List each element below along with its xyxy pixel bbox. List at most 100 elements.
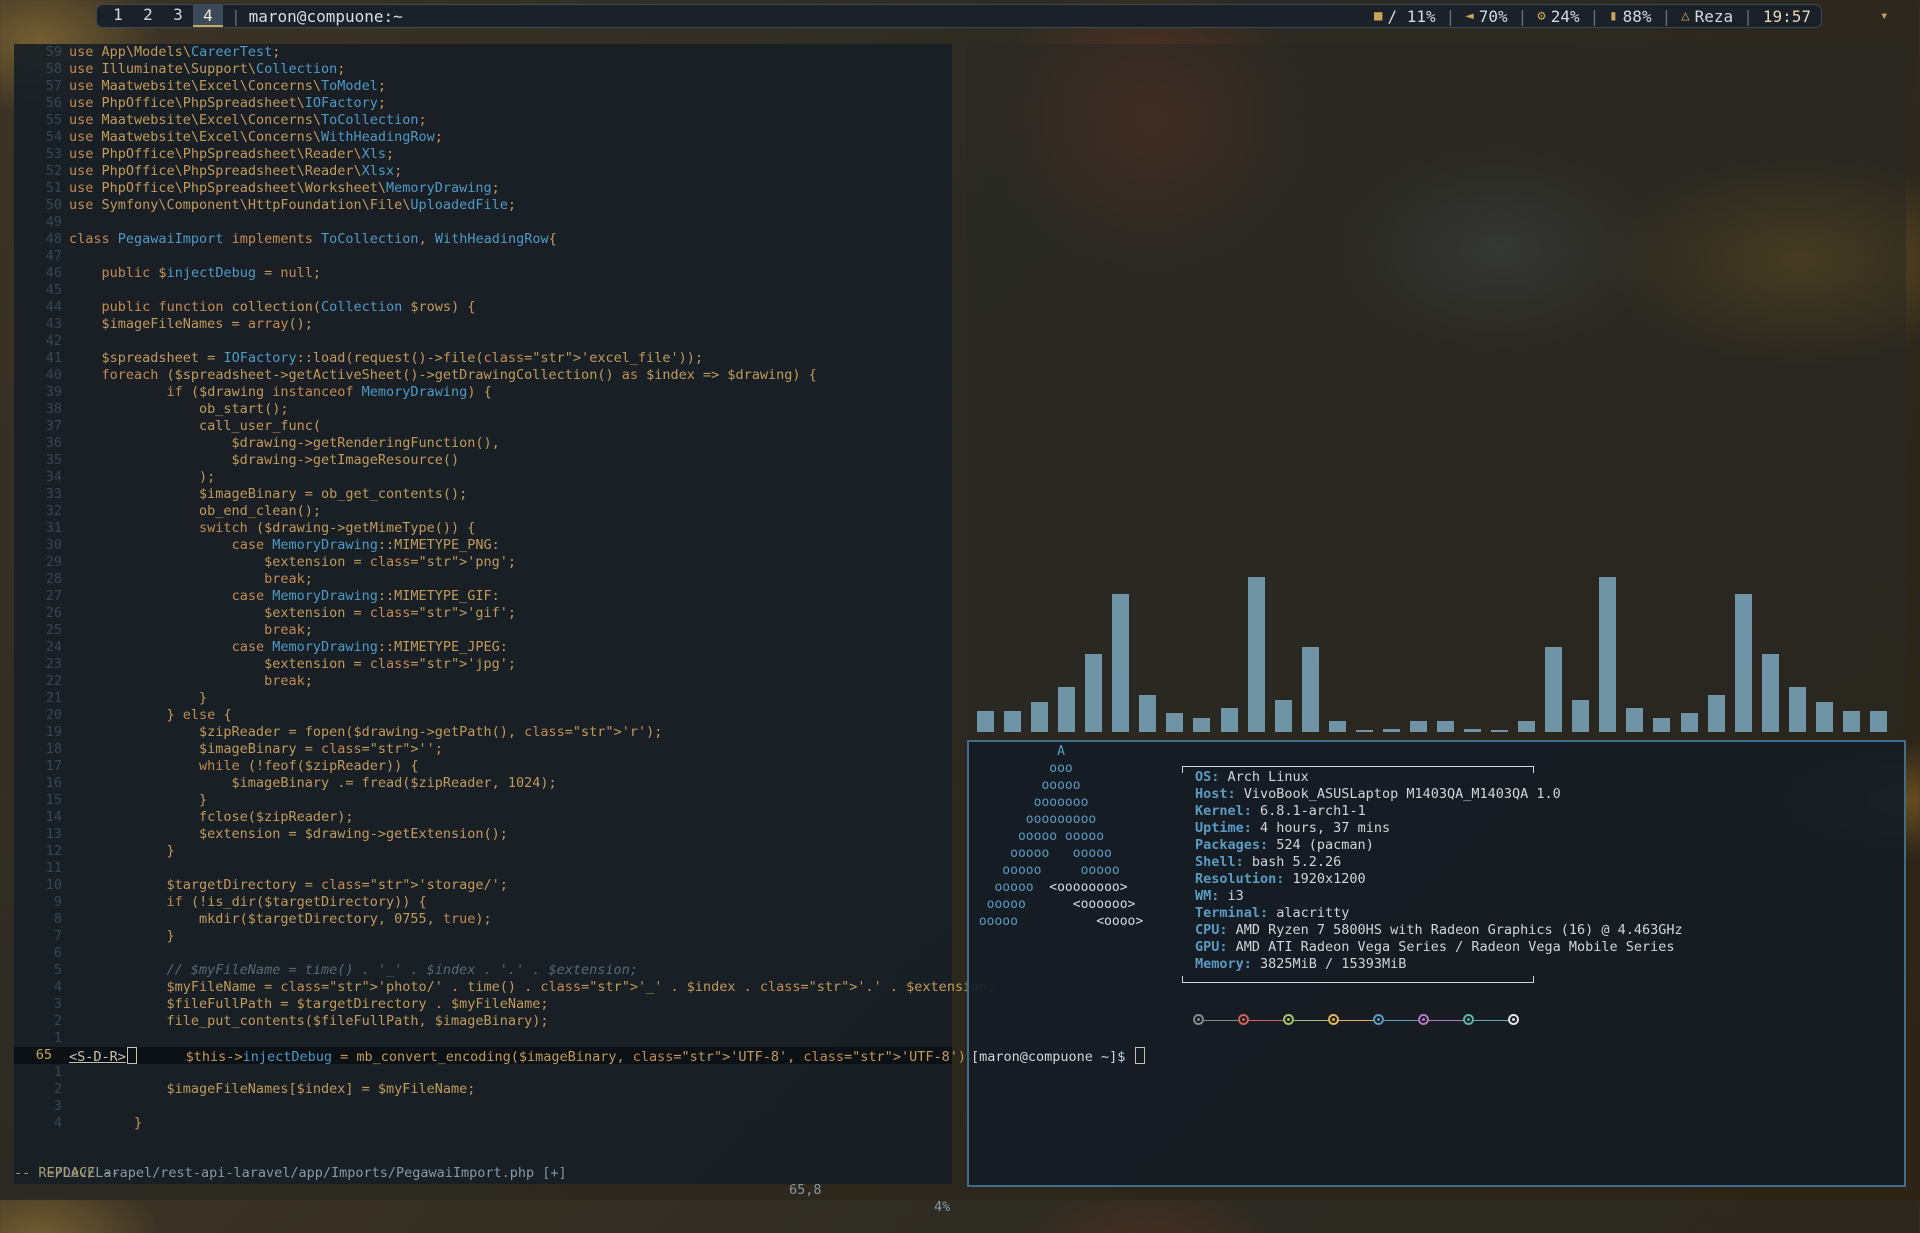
visualizer-bar (1788, 687, 1806, 732)
code-line[interactable]: 1 (14, 1064, 952, 1081)
tray-icon[interactable]: ▾ (1880, 8, 1888, 24)
code-line[interactable]: 59 use App\Models\CareerTest; (14, 44, 952, 61)
code-line[interactable]: 48 class PegawaiImport implements ToColle… (14, 231, 952, 248)
code-line[interactable]: 1 (14, 1030, 952, 1047)
code-line[interactable]: 53 use PhpOffice\PhpSpreadsheet\Reader\Xl… (14, 146, 952, 163)
code-line[interactable]: 52 use PhpOffice\PhpSpreadsheet\Reader\Xl… (14, 163, 952, 180)
line-text: mkdir($targetDirectory, 0755, true); (69, 911, 492, 927)
code-line[interactable]: 11 (14, 860, 952, 877)
code-line[interactable]: 21 } (14, 690, 952, 707)
code-line[interactable]: 19 $zipReader = fopen($drawing->getPath(… (14, 724, 952, 741)
battery-block[interactable]: ▮ 88% (1609, 7, 1651, 26)
palette-connector (1384, 1020, 1418, 1021)
code-line[interactable]: 57 use Maatwebsite\Excel\Concerns\ToModel… (14, 78, 952, 95)
code-line[interactable]: 26 $extension = class="str">'gif'; (14, 605, 952, 622)
code-line[interactable]: 45 (14, 282, 952, 299)
code-line[interactable]: 4 $myFileName = class="str">'photo/' . t… (14, 979, 996, 996)
volume-block[interactable]: ◄ 70% (1465, 7, 1507, 26)
code-line[interactable]: 43 $imageFileNames = array(); (14, 316, 952, 333)
code-line[interactable]: 30 case MemoryDrawing::MIMETYPE_PNG: (14, 537, 952, 554)
code-line[interactable]: 34 ); (14, 469, 952, 486)
code-buffer[interactable]: 59 use App\Models\CareerTest; 58 use Illumi… (14, 44, 996, 1132)
code-line[interactable]: 24 case MemoryDrawing::MIMETYPE_JPEG: (14, 639, 952, 656)
code-line[interactable]: 17 while (!feof($zipReader)) { (14, 758, 952, 775)
code-line[interactable]: 20 } else { (14, 707, 952, 724)
code-line[interactable]: 3 (14, 1098, 952, 1115)
wifi-block[interactable]: △ Reza (1681, 7, 1733, 26)
code-line[interactable]: 35 $drawing->getImageResource() (14, 452, 952, 469)
code-line[interactable]: 37 call_user_func( (14, 418, 952, 435)
code-line[interactable]: 7 } (14, 928, 952, 945)
code-line[interactable]: 23 $extension = class="str">'jpg'; (14, 656, 952, 673)
shell-prompt[interactable]: [maron@compuone ~]$ (971, 1047, 1145, 1066)
code-line[interactable]: 42 (14, 333, 952, 350)
code-line[interactable]: 49 (14, 214, 952, 231)
code-line[interactable]: 58 use Illuminate\Support\Collection; (14, 61, 952, 78)
cpu-usage: 24% (1550, 6, 1580, 26)
code-line[interactable]: 33 $imageBinary = ob_get_contents(); (14, 486, 952, 503)
code-editor[interactable]: 59 use App\Models\CareerTest; 58 use Illumi… (14, 44, 996, 1215)
current-line[interactable]: 65 <S-D-R> $this->injectDebug = mb_conver… (14, 1047, 974, 1065)
code-line[interactable]: 47 (14, 248, 952, 265)
code-line[interactable]: 2 file_put_contents($fileFullPath, $imag… (14, 1013, 952, 1030)
code-line[interactable]: 56 use PhpOffice\PhpSpreadsheet\IOFactory… (14, 95, 952, 112)
code-line[interactable]: 27 case MemoryDrawing::MIMETYPE_GIF: (14, 588, 952, 605)
code-line[interactable]: 44 public function collection(Collection… (14, 299, 952, 316)
color-palette (1193, 1014, 1523, 1028)
code-line[interactable]: 13 $extension = $drawing->getExtension()… (14, 826, 952, 843)
line-number: 47 (45, 248, 62, 264)
code-line[interactable]: 3 $fileFullPath = $targetDirectory . $my… (14, 996, 952, 1013)
code-line[interactable]: 2 $imageFileNames[$index] = $myFileName; (14, 1081, 952, 1098)
line-number: 33 (45, 486, 62, 502)
code-line[interactable]: 6 (14, 945, 952, 962)
line-text: if (!is_dir($targetDirectory)) { (166, 894, 427, 910)
visualizer-bar (1464, 729, 1482, 732)
logo-line: ooooo <oooo> (971, 914, 1144, 929)
code-line[interactable]: 4 } (14, 1115, 952, 1132)
code-line[interactable]: 46 public $injectDebug = null; (14, 265, 952, 282)
code-line[interactable]: 5 // $myFileName = time() . '_' . $index… (14, 962, 952, 979)
code-line[interactable]: 50 use Symfony\Component\HttpFoundation\F… (14, 197, 952, 214)
workspace-1[interactable]: 1 (103, 5, 133, 27)
system-info: OS: Arch Linux Host: VivoBook_ASUSLaptop … (1195, 769, 1683, 973)
code-line[interactable]: 22 break; (14, 673, 952, 690)
workspace-4[interactable]: 4 (193, 5, 223, 27)
code-line[interactable]: 15 } (14, 792, 952, 809)
code-line[interactable]: 29 $extension = class="str">'png'; (14, 554, 952, 571)
battery-level: 88% (1622, 6, 1652, 26)
code-line[interactable]: 10 $targetDirectory = class="str">'stora… (14, 877, 952, 894)
cpu-block[interactable]: ⚙ 24% (1537, 7, 1579, 26)
visualizer-bar (1409, 721, 1427, 732)
info-key: Shell: (1195, 854, 1244, 870)
code-line[interactable]: 14 fclose($zipReader); (14, 809, 952, 826)
code-line[interactable]: 9 if (!is_dir($targetDirectory)) { (14, 894, 952, 911)
visualizer-bar (1653, 718, 1671, 732)
code-line[interactable]: 12 } (14, 843, 952, 860)
line-number: 11 (45, 860, 62, 876)
visualizer-bar (1031, 702, 1049, 732)
code-line[interactable]: 31 switch ($drawing->getMimeType()) { (14, 520, 952, 537)
code-line[interactable]: 39 if ($drawing instanceof MemoryDrawing… (14, 384, 952, 401)
workspace-3[interactable]: 3 (163, 5, 193, 27)
code-line[interactable]: 41 $spreadsheet = IOFactory::load(reques… (14, 350, 952, 367)
code-line[interactable]: 38 ob_start(); (14, 401, 952, 418)
code-line[interactable]: 32 ob_end_clean(); (14, 503, 952, 520)
line-number: 6 (53, 945, 62, 961)
code-line[interactable]: 55 use Maatwebsite\Excel\Concerns\ToColle… (14, 112, 952, 129)
code-line[interactable]: 40 foreach ($spreadsheet->getActiveSheet… (14, 367, 952, 384)
code-line[interactable]: 16 $imageBinary .= fread($zipReader, 102… (14, 775, 952, 792)
code-line[interactable]: 36 $drawing->getRenderingFunction(), (14, 435, 952, 452)
terminal-window[interactable]: A ooo ooooo ooooooo ooooooooo ooooo oooo… (967, 740, 1906, 1187)
code-line[interactable]: 18 $imageBinary = class="str">''; (14, 741, 952, 758)
code-line[interactable]: 54 use Maatwebsite\Excel\Concerns\WithHea… (14, 129, 952, 146)
separator: | (231, 6, 241, 26)
code-line[interactable]: 28 break; (14, 571, 952, 588)
disk-block[interactable]: ■ / 11% (1374, 7, 1436, 26)
wifi-ssid: Reza (1694, 6, 1734, 26)
line-number: 50 (45, 197, 62, 213)
code-line[interactable]: 25 break; (14, 622, 952, 639)
code-line[interactable]: 8 mkdir($targetDirectory, 0755, true); (14, 911, 952, 928)
code-line[interactable]: 51 use PhpOffice\PhpSpreadsheet\Worksheet… (14, 180, 952, 197)
visualizer-bar (1545, 647, 1563, 732)
workspace-2[interactable]: 2 (133, 5, 163, 27)
